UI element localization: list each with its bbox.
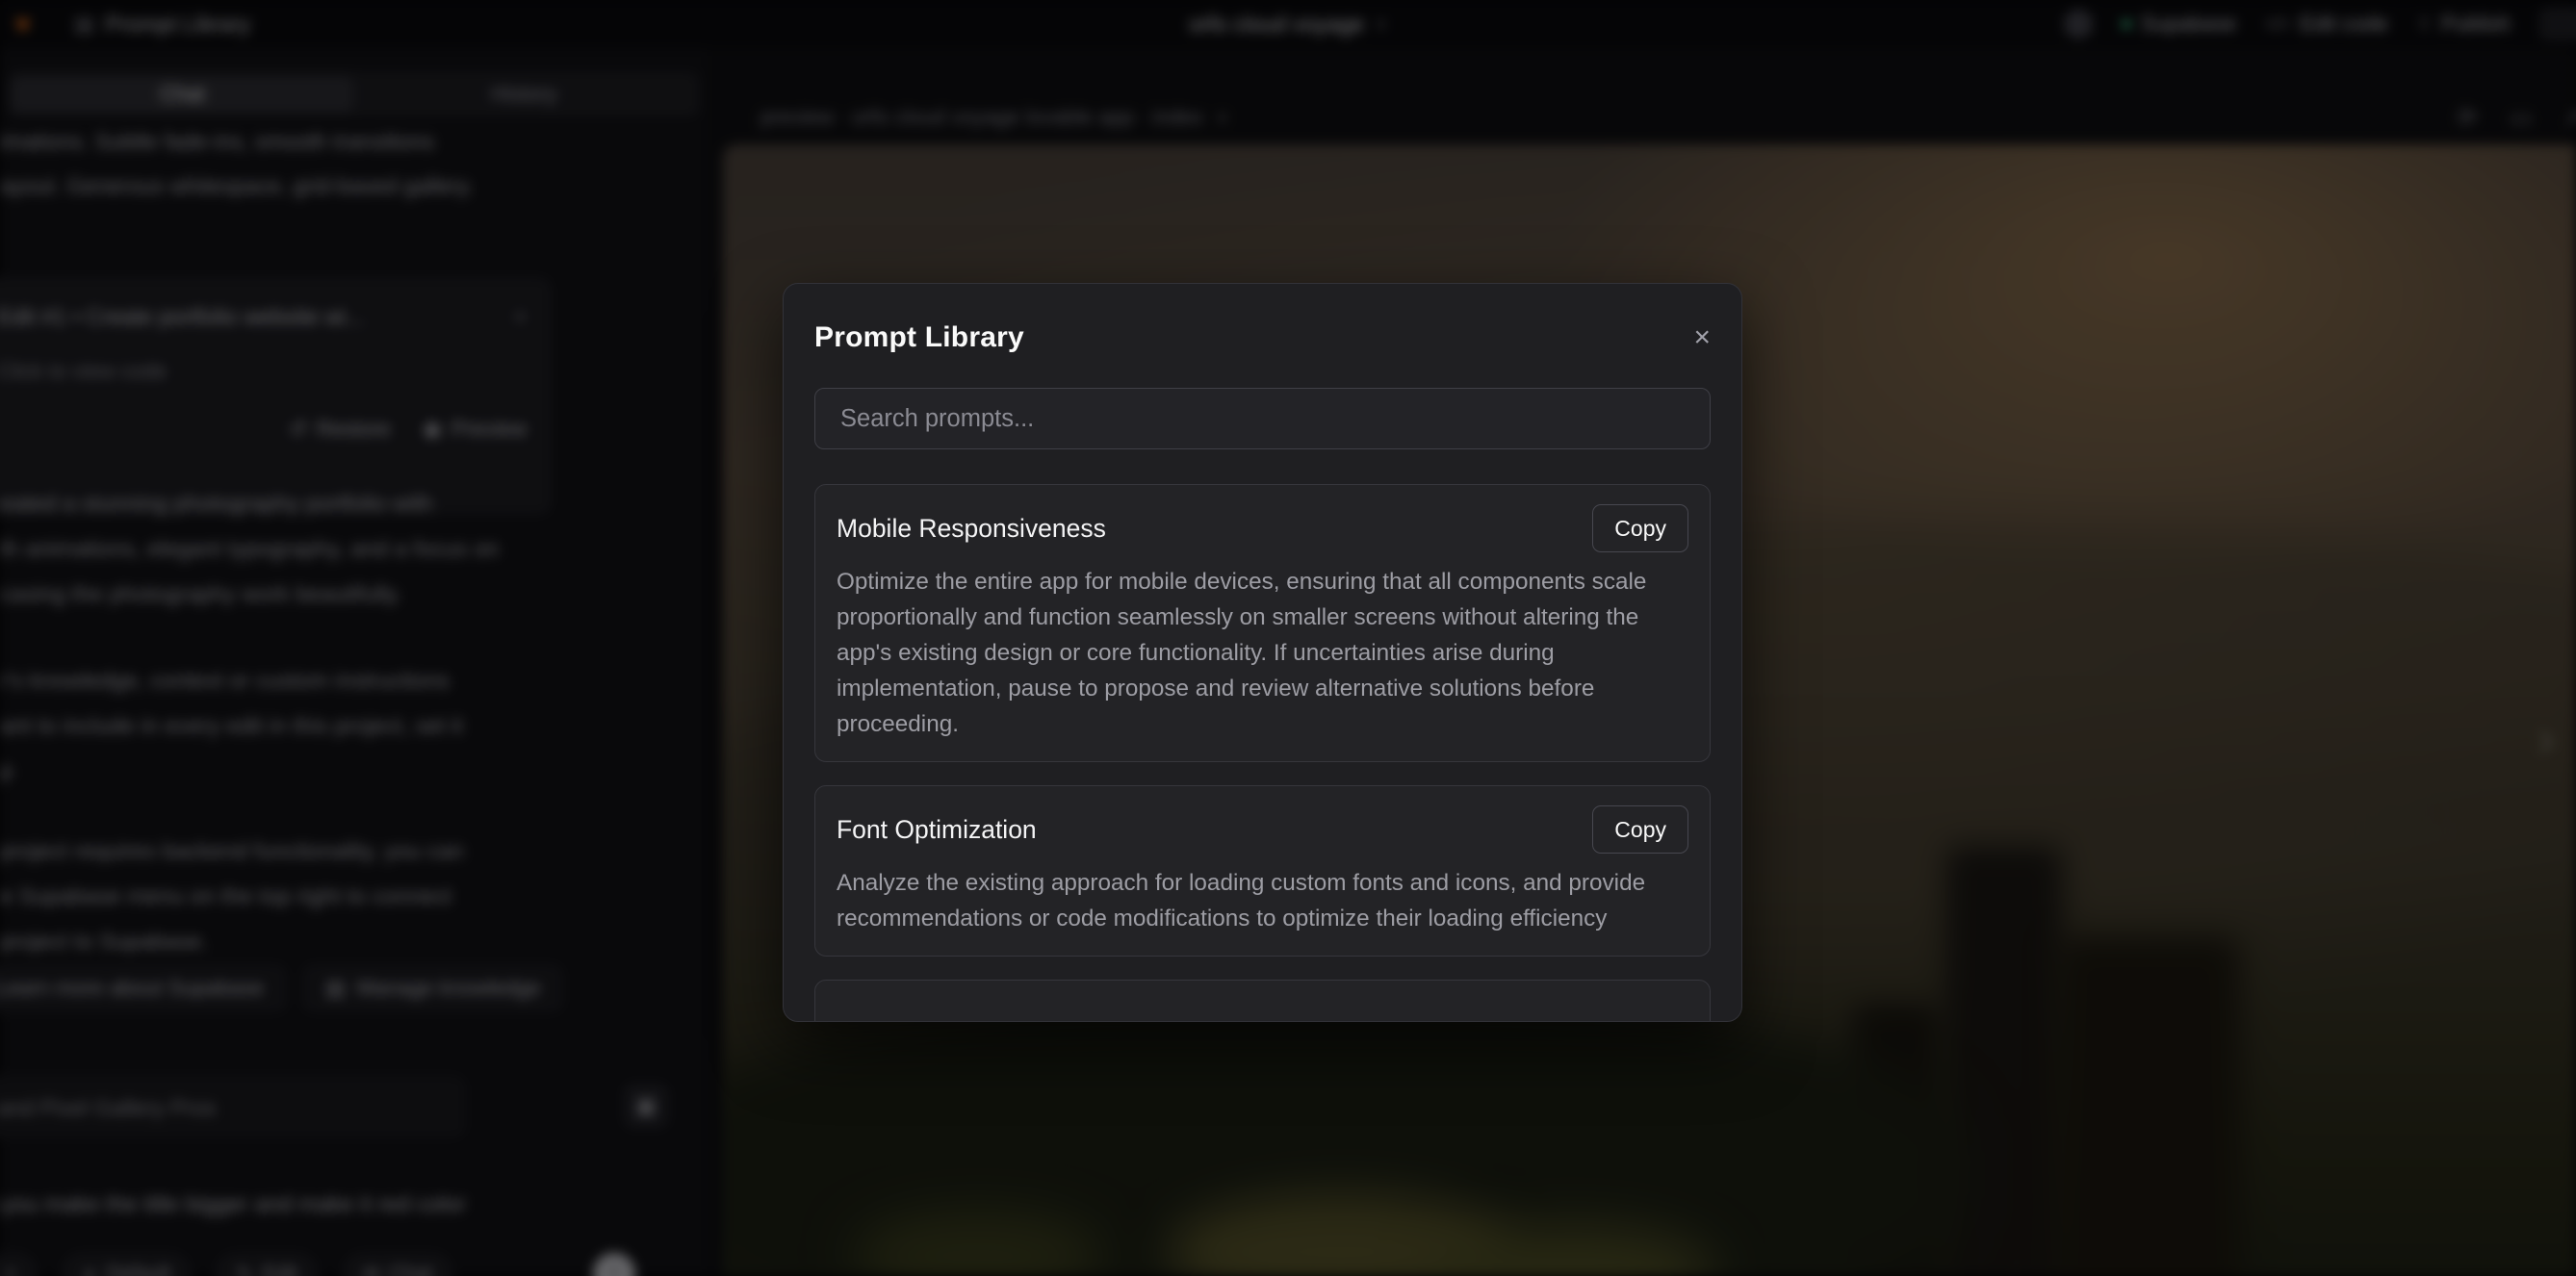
- prompt-list: Mobile Responsiveness Copy Optimize the …: [814, 484, 1711, 1022]
- prompt-library-modal: Prompt Library × Mobile Responsiveness C…: [783, 283, 1742, 1022]
- prompt-card-partial[interactable]: [814, 980, 1711, 1022]
- search-box: [814, 388, 1711, 449]
- prompt-card-header: Mobile Responsiveness Copy: [837, 504, 1688, 552]
- prompt-title: Mobile Responsiveness: [837, 514, 1106, 544]
- close-icon[interactable]: ×: [1693, 323, 1711, 352]
- copy-button[interactable]: Copy: [1592, 504, 1688, 552]
- prompt-title: Font Optimization: [837, 815, 1037, 845]
- prompt-card[interactable]: Font Optimization Copy Analyze the exist…: [814, 785, 1711, 957]
- search-input[interactable]: [815, 405, 1710, 433]
- screen: ♥ ▤ Prompt Library orfo cloud voyage ∨ S…: [0, 0, 2576, 1276]
- prompt-body: Analyze the existing approach for loadin…: [837, 865, 1688, 936]
- prompt-card[interactable]: Mobile Responsiveness Copy Optimize the …: [814, 484, 1711, 762]
- modal-title: Prompt Library: [814, 321, 1024, 354]
- copy-button[interactable]: Copy: [1592, 805, 1688, 854]
- prompt-body: Optimize the entire app for mobile devic…: [837, 564, 1688, 742]
- prompt-card-header: Font Optimization Copy: [837, 805, 1688, 854]
- modal-header: Prompt Library ×: [814, 284, 1711, 359]
